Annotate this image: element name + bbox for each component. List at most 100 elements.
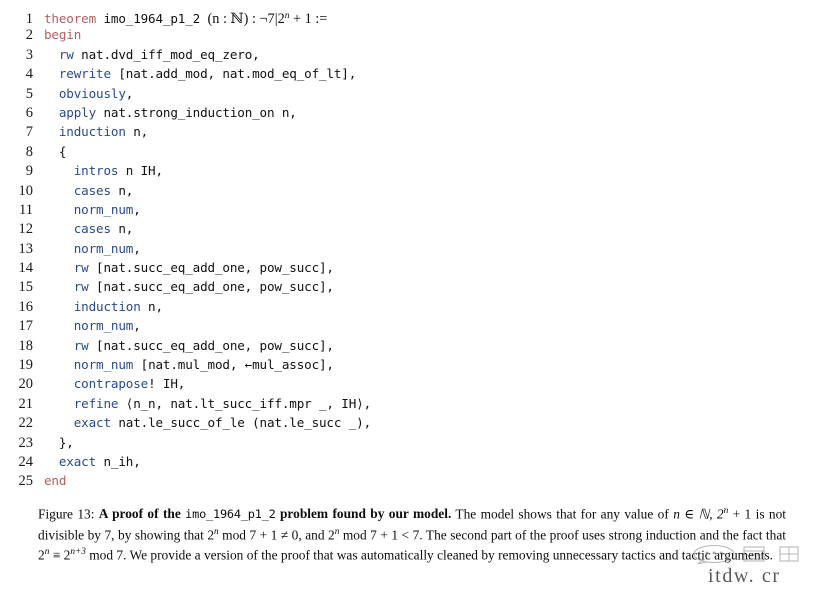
line-number: 25 bbox=[18, 473, 34, 490]
code-line: 3 rw nat.dvd_iff_mod_eq_zero, bbox=[0, 45, 820, 64]
code-token: [nat.add_mod, nat.mod_eq_of_lt], bbox=[110, 66, 357, 82]
caption-problem-name: imo_1964_p1_2 bbox=[185, 507, 276, 522]
line-number: 6 bbox=[25, 104, 33, 121]
code-line: 19 norm_num [nat.mul_mod, ←mul_assoc], bbox=[0, 355, 820, 374]
code-token: nat.strong_induction_on n, bbox=[96, 104, 297, 120]
keyword-tactic: rw bbox=[73, 337, 89, 353]
code-line: 25 end bbox=[0, 471, 820, 490]
code-line: 21 refine ⟨n_n, nat.lt_succ_iff.mpr _, I… bbox=[0, 394, 820, 413]
code-line: 20 contrapose! IH, bbox=[0, 374, 820, 393]
keyword-tactic: obviously bbox=[58, 85, 126, 101]
line-number: 8 bbox=[25, 143, 33, 160]
code-text: norm_num, bbox=[44, 316, 141, 335]
keyword-tactic: contrapose bbox=[73, 376, 149, 392]
code-line: 13 norm_num, bbox=[0, 239, 820, 258]
line-number: 23 bbox=[18, 434, 34, 451]
code-token: nat.le_succ_of_le (nat.le_succ _), bbox=[110, 415, 372, 431]
code-line: 18 rw [nat.succ_eq_add_one, pow_succ], bbox=[0, 336, 820, 355]
code-math: (n : ℕ) : ¬7|2 bbox=[207, 11, 285, 28]
code-token: ! IH, bbox=[148, 376, 186, 392]
code-token: , bbox=[133, 240, 141, 256]
keyword-declaration: begin bbox=[44, 27, 82, 43]
code-text: refine ⟨n_n, nat.lt_succ_iff.mpr _, IH⟩, bbox=[44, 394, 371, 413]
keyword-tactic: rewrite bbox=[58, 66, 111, 82]
line-number: 5 bbox=[25, 85, 33, 102]
code-text: induction n, bbox=[44, 122, 148, 141]
line-number: 14 bbox=[18, 260, 34, 277]
keyword-tactic: refine bbox=[73, 395, 119, 411]
line-number: 21 bbox=[18, 395, 34, 412]
keyword-declaration: theorem bbox=[44, 11, 97, 27]
line-number: 22 bbox=[18, 415, 34, 432]
code-text: norm_num, bbox=[44, 200, 141, 219]
code-text: exact nat.le_succ_of_le (nat.le_succ _), bbox=[44, 413, 371, 432]
code-token: , bbox=[125, 85, 134, 101]
code-line: 12 cases n, bbox=[0, 219, 820, 238]
keyword-tactic: apply bbox=[58, 104, 97, 120]
keyword-tactic: cases bbox=[73, 182, 111, 198]
keyword-tactic: induction bbox=[73, 298, 141, 314]
code-line: 4 rewrite [nat.add_mod, nat.mod_eq_of_lt… bbox=[0, 64, 820, 83]
code-line: 1 theorem imo_1964_p1_2 (n : ℕ) : ¬7|2n +… bbox=[0, 6, 820, 27]
code-text: rw [nat.succ_eq_add_one, pow_succ], bbox=[44, 258, 334, 277]
caption-title-part1: A proof of the bbox=[98, 506, 186, 522]
code-line: 23 }, bbox=[0, 433, 820, 452]
keyword-tactic: norm_num bbox=[73, 201, 134, 217]
caption-title-part2: problem found by our model. bbox=[275, 506, 452, 522]
keyword-tactic: cases bbox=[73, 221, 111, 237]
line-number: 11 bbox=[19, 201, 33, 218]
figure-caption: Figure 13: A proof of the imo_1964_p1_2 … bbox=[38, 503, 786, 564]
caption-math-1: n ∈ ℕ, 2 bbox=[673, 506, 724, 522]
code-line: 14 rw [nat.succ_eq_add_one, pow_succ], bbox=[0, 258, 820, 277]
line-number: 3 bbox=[25, 46, 33, 63]
code-line: 22 exact nat.le_succ_of_le (nat.le_succ … bbox=[0, 413, 820, 432]
caption-math-4: 2 bbox=[38, 547, 45, 563]
line-number: 9 bbox=[25, 163, 33, 180]
code-text: theorem imo_1964_p1_2 (n : ℕ) : ¬7|2n + … bbox=[44, 6, 327, 30]
caption-math-2: 2 bbox=[207, 527, 215, 543]
code-token: n, bbox=[110, 221, 134, 237]
code-math: + 1 := bbox=[289, 11, 328, 28]
code-text: induction n, bbox=[44, 297, 163, 316]
code-text: norm_num, bbox=[44, 239, 141, 258]
code-token: n IH, bbox=[118, 163, 163, 179]
caption-math-1-rest: + 1 bbox=[728, 506, 752, 522]
code-line: 24 exact n_ih, bbox=[0, 452, 820, 471]
caption-body-4: . The second part of the proof uses stro… bbox=[419, 527, 786, 543]
code-token: n, bbox=[125, 124, 149, 140]
code-token: [nat.succ_eq_add_one, pow_succ], bbox=[88, 260, 334, 276]
line-number: 20 bbox=[18, 376, 34, 393]
caption-body-3: , and bbox=[298, 527, 329, 543]
code-line: 16 induction n, bbox=[0, 297, 820, 316]
code-line: 8 { bbox=[0, 142, 820, 161]
caption-math-4-rest: mod 7 bbox=[85, 547, 124, 563]
line-number: 24 bbox=[18, 453, 34, 470]
line-number: 18 bbox=[18, 337, 34, 354]
code-text: { bbox=[44, 142, 67, 161]
code-token: nat.dvd_iff_mod_eq_zero, bbox=[73, 46, 260, 62]
code-text: rw nat.dvd_iff_mod_eq_zero, bbox=[44, 45, 260, 64]
code-text: }, bbox=[44, 433, 74, 452]
code-line: 5 obviously, bbox=[0, 84, 820, 103]
keyword-tactic: exact bbox=[58, 453, 97, 469]
code-text: obviously, bbox=[44, 84, 133, 103]
line-number: 10 bbox=[18, 182, 34, 199]
code-text: intros n IH, bbox=[44, 161, 163, 180]
line-number: 19 bbox=[18, 357, 34, 374]
code-line: 10 cases n, bbox=[0, 181, 820, 200]
caption-body-1: The model shows that for any value of bbox=[451, 506, 674, 522]
code-token: , bbox=[133, 201, 141, 217]
keyword-tactic: exact bbox=[73, 415, 111, 431]
code-line: 17 norm_num, bbox=[0, 316, 820, 335]
